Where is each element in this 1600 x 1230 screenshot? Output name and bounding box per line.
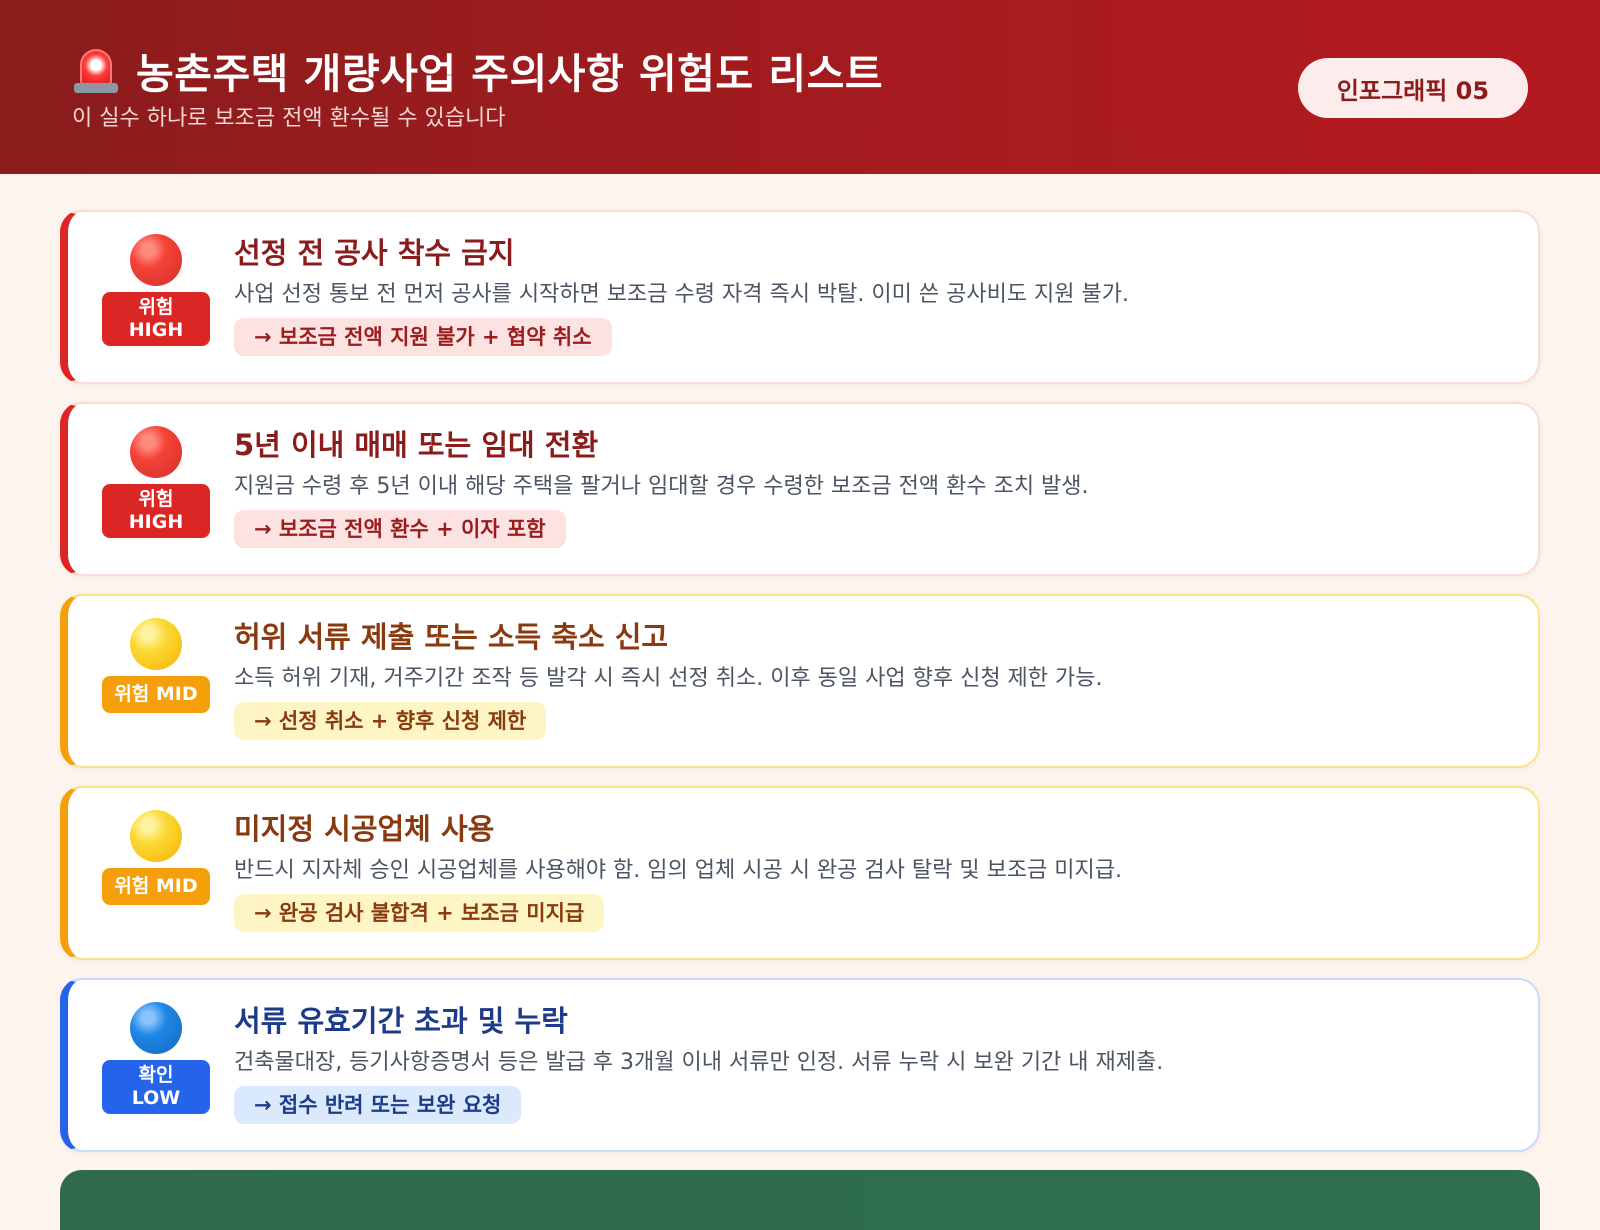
risk-badge-line1: 위험 <box>138 488 174 510</box>
risk-card: 위험 MID 미지정 시공업체 사용 반드시 지자체 승인 시공업체를 사용해야… <box>60 786 1540 960</box>
header-banner: 농촌주택 개량사업 주의사항 위험도 리스트 이 실수 하나로 보조금 전액 환… <box>0 0 1600 174</box>
risk-level: 위험 HIGH <box>102 426 210 538</box>
risk-consequence: → 선정 취소 + 향후 신청 제한 <box>234 702 547 740</box>
risk-badge-line2: HIGH <box>128 511 184 533</box>
blue-circle-icon <box>130 1002 182 1054</box>
risk-title: 5년 이내 매매 또는 임대 전환 <box>234 428 599 462</box>
risk-title: 미지정 시공업체 사용 <box>234 812 495 846</box>
yellow-circle-icon <box>130 618 182 670</box>
page-subtitle: 이 실수 하나로 보조금 전액 환수될 수 있습니다 <box>72 106 506 131</box>
risk-description: 지원금 수령 후 5년 이내 해당 주택을 팔거나 임대할 경우 수령한 보조금… <box>234 474 1089 499</box>
page-title: 농촌주택 개량사업 주의사항 위험도 리스트 <box>72 40 883 100</box>
risk-description: 반드시 지자체 승인 시공업체를 사용해야 함. 임의 업체 시공 시 완공 검… <box>234 858 1123 883</box>
risk-title: 서류 유효기간 초과 및 누락 <box>234 1004 568 1038</box>
page-title-text: 농촌주택 개량사업 주의사항 위험도 리스트 <box>136 50 884 98</box>
risk-content: 5년 이내 매매 또는 임대 전환 지원금 수령 후 5년 이내 해당 주택을 … <box>234 426 1508 548</box>
risk-consequence: → 보조금 전액 지원 불가 + 협약 취소 <box>234 318 612 356</box>
risk-badge-line2: LOW <box>131 1087 181 1109</box>
risk-content: 미지정 시공업체 사용 반드시 지자체 승인 시공업체를 사용해야 함. 임의 … <box>234 810 1508 932</box>
risk-badge: 위험 MID <box>102 868 210 905</box>
risk-level: 위험 MID <box>102 618 210 713</box>
risk-consequence: → 완공 검사 불합격 + 보조금 미지급 <box>234 894 605 932</box>
risk-title: 허위 서류 제출 또는 소득 축소 신고 <box>234 620 669 654</box>
risk-badge-line1: 위험 <box>138 296 174 318</box>
risk-level: 위험 HIGH <box>102 234 210 346</box>
risk-badge-line2: HIGH <box>128 319 184 341</box>
yellow-circle-icon <box>130 810 182 862</box>
risk-description: 소득 허위 기재, 거주기간 조작 등 발각 시 즉시 선정 취소. 이후 동일… <box>234 666 1103 691</box>
footer-banner <box>60 1170 1540 1230</box>
risk-description: 건축물대장, 등기사항증명서 등은 발급 후 3개월 이내 서류만 인정. 서류… <box>234 1050 1164 1075</box>
risk-content: 허위 서류 제출 또는 소득 축소 신고 소득 허위 기재, 거주기간 조작 등… <box>234 618 1508 740</box>
red-circle-icon <box>130 234 182 286</box>
siren-icon <box>72 45 120 95</box>
red-circle-icon <box>130 426 182 478</box>
risk-card: 위험 MID 허위 서류 제출 또는 소득 축소 신고 소득 허위 기재, 거주… <box>60 594 1540 768</box>
risk-card: 위험 HIGH 선정 전 공사 착수 금지 사업 선정 통보 전 먼저 공사를 … <box>60 210 1540 384</box>
infographic-badge: 인포그래픽 05 <box>1298 58 1528 118</box>
risk-card: 확인 LOW 서류 유효기간 초과 및 누락 건축물대장, 등기사항증명서 등은… <box>60 978 1540 1152</box>
risk-level: 위험 MID <box>102 810 210 905</box>
risk-card: 위험 HIGH 5년 이내 매매 또는 임대 전환 지원금 수령 후 5년 이내… <box>60 402 1540 576</box>
risk-badge: 확인 LOW <box>102 1060 210 1114</box>
risk-badge: 위험 MID <box>102 676 210 713</box>
risk-badge-line1: 확인 <box>138 1064 174 1086</box>
risk-badge: 위험 HIGH <box>102 292 210 346</box>
risk-content: 선정 전 공사 착수 금지 사업 선정 통보 전 먼저 공사를 시작하면 보조금… <box>234 234 1508 356</box>
risk-title: 선정 전 공사 착수 금지 <box>234 236 515 270</box>
risk-consequence: → 보조금 전액 환수 + 이자 포함 <box>234 510 566 548</box>
risk-badge: 위험 HIGH <box>102 484 210 538</box>
risk-list: 위험 HIGH 선정 전 공사 착수 금지 사업 선정 통보 전 먼저 공사를 … <box>60 210 1540 1170</box>
risk-content: 서류 유효기간 초과 및 누락 건축물대장, 등기사항증명서 등은 발급 후 3… <box>234 1002 1508 1124</box>
risk-description: 사업 선정 통보 전 먼저 공사를 시작하면 보조금 수령 자격 즉시 박탈. … <box>234 282 1129 307</box>
risk-level: 확인 LOW <box>102 1002 210 1114</box>
risk-consequence: → 접수 반려 또는 보완 요청 <box>234 1086 522 1124</box>
